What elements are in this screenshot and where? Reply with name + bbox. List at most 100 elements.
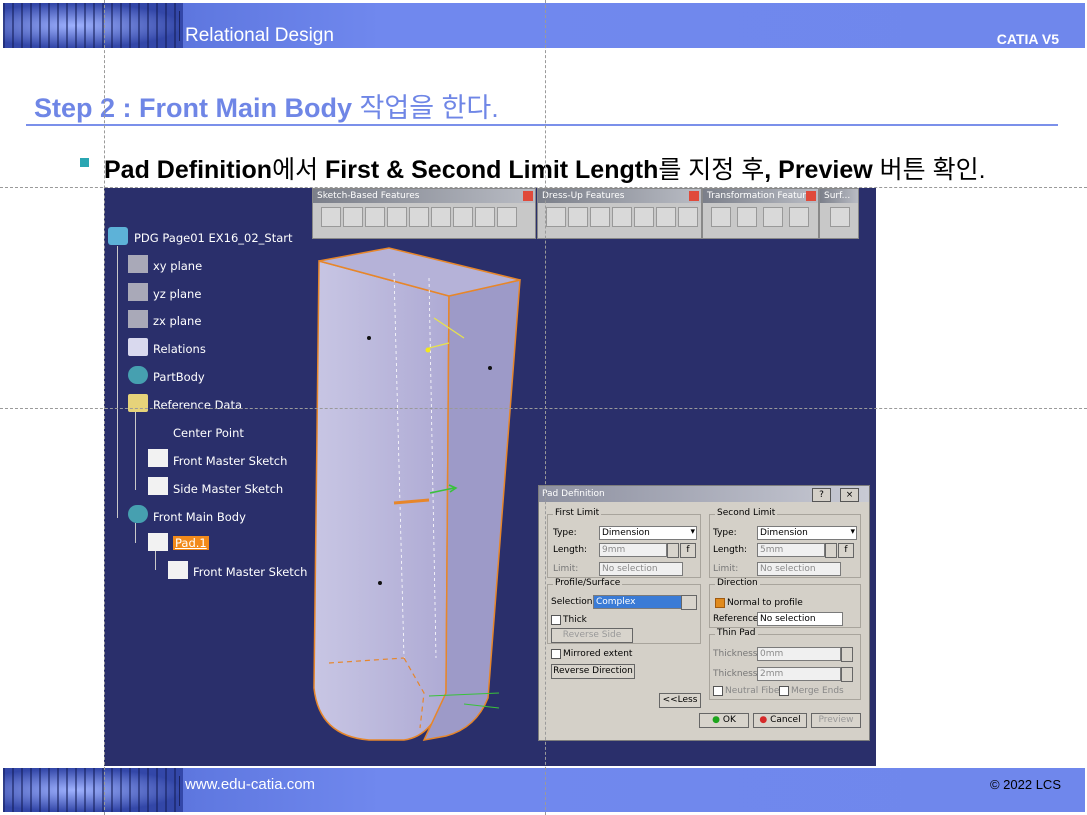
tree-item-partbody[interactable]: PartBody <box>153 370 205 384</box>
pad-tool-icon[interactable] <box>321 207 341 227</box>
stiffener-tool-icon[interactable] <box>475 207 495 227</box>
merge-ends-checkbox[interactable] <box>779 686 789 696</box>
thin-pad-label: Thin Pad <box>715 628 758 638</box>
part-icon <box>108 227 128 245</box>
draft-tool-icon[interactable] <box>590 207 610 227</box>
first-type-select[interactable]: Dimension <box>599 526 697 540</box>
sketch-edit-icon[interactable] <box>681 595 697 610</box>
first-limit-field-label: Limit: <box>553 564 579 574</box>
toolbar-dress-up[interactable]: Dress-Up Features <box>537 188 702 239</box>
thickness1-input[interactable]: 0mm <box>757 647 841 661</box>
footer-url[interactable]: www.edu-catia.com <box>185 776 315 793</box>
tree-item-relations[interactable]: Relations <box>153 342 206 356</box>
first-type-label: Type: <box>553 528 577 538</box>
thickness2-spinner[interactable] <box>841 667 853 682</box>
tree-trunk <box>117 246 118 518</box>
preview-button[interactable]: Preview <box>811 713 861 728</box>
thick-checkbox[interactable] <box>551 615 561 625</box>
title-rule <box>26 124 1058 126</box>
catia-viewport[interactable]: PDG Page01 EX16_02_Start xy plane yz pla… <box>104 188 876 766</box>
ok-button[interactable]: ● OK <box>699 713 749 728</box>
slot-tool-icon[interactable] <box>453 207 473 227</box>
tree-item-pad-sketch[interactable]: Front Master Sketch <box>193 565 307 579</box>
thread-tool-icon[interactable] <box>656 207 676 227</box>
close-button[interactable]: × <box>840 488 859 502</box>
first-limit-label: First Limit <box>553 508 602 518</box>
formula-icon[interactable]: f <box>680 543 696 558</box>
tree-item-reference-data[interactable]: Reference Data <box>153 398 242 412</box>
hole-tool-icon[interactable] <box>409 207 429 227</box>
reference-input[interactable]: No selection <box>757 612 843 626</box>
tree-branch-body <box>135 523 136 543</box>
groove-tool-icon[interactable] <box>387 207 407 227</box>
selection-input[interactable]: Complex <box>593 595 683 609</box>
header-decoration <box>3 3 183 48</box>
tree-item-xy-plane[interactable]: xy plane <box>153 259 202 273</box>
tree-branch-pad <box>155 548 156 570</box>
tree-item-center-point[interactable]: Center Point <box>173 426 244 440</box>
chamfer-tool-icon[interactable] <box>568 207 588 227</box>
footer-bar: www.edu-catia.com © 2022 LCS <box>3 768 1085 812</box>
neutral-fiber-label: Neutral Fiber <box>725 686 784 696</box>
tree-item-zx-plane[interactable]: zx plane <box>153 314 201 328</box>
toolbar-transformation[interactable]: Transformation Features <box>702 188 819 239</box>
formula-icon[interactable]: f <box>838 543 854 558</box>
thickness-tool-icon[interactable] <box>634 207 654 227</box>
tree-item-front-master-sketch[interactable]: Front Master Sketch <box>173 454 287 468</box>
first-length-spinner[interactable] <box>667 543 679 558</box>
header-bar: Relational Design CATIA V5 <box>3 3 1085 48</box>
second-limit-input[interactable]: No selection <box>757 562 841 576</box>
instruction-p1: Pad Definition <box>104 156 273 184</box>
toolbar-title: Sketch-Based Features <box>313 189 535 203</box>
reverse-side-button[interactable]: Reverse Side <box>551 628 633 643</box>
remove-face-tool-icon[interactable] <box>678 207 698 227</box>
second-length-input[interactable]: 5mm <box>757 543 825 557</box>
tree-branch-refdata <box>135 410 136 490</box>
loft-tool-icon[interactable] <box>497 207 517 227</box>
tree-root[interactable]: PDG Page01 EX16_02_Start <box>134 231 293 245</box>
second-length-spinner[interactable] <box>825 543 837 558</box>
tree-item-front-main-body[interactable]: Front Main Body <box>153 510 246 524</box>
first-limit-input[interactable]: No selection <box>599 562 683 576</box>
close-icon[interactable] <box>523 191 533 201</box>
first-length-input[interactable]: 9mm <box>599 543 667 557</box>
header-title: Relational Design <box>185 25 334 46</box>
help-button[interactable]: ? <box>812 488 831 502</box>
tree-item-side-master-sketch[interactable]: Side Master Sketch <box>173 482 283 496</box>
pattern-tool-icon[interactable] <box>763 207 783 227</box>
mirrored-checkbox[interactable] <box>551 649 561 659</box>
close-icon[interactable] <box>806 191 816 201</box>
pad-definition-dialog[interactable]: Pad Definition ? × First Limit Type: Dim… <box>538 485 870 741</box>
body-icon <box>128 505 148 523</box>
toolbar-sketch-based[interactable]: Sketch-Based Features <box>312 188 536 239</box>
thick-surface-tool-icon[interactable] <box>830 207 850 227</box>
shell-tool-icon[interactable] <box>612 207 632 227</box>
cancel-label: Cancel <box>770 715 801 725</box>
tree-item-yz-plane[interactable]: yz plane <box>153 287 201 301</box>
thickness2-input[interactable]: 2mm <box>757 667 841 681</box>
shaft-tool-icon[interactable] <box>365 207 385 227</box>
rib-tool-icon[interactable] <box>431 207 451 227</box>
reverse-direction-button[interactable]: Reverse Direction <box>551 664 635 679</box>
sketch-icon <box>168 561 188 579</box>
less-button[interactable]: <<Less <box>659 693 701 708</box>
reference-label: Reference: <box>713 614 762 624</box>
plane-icon <box>128 283 148 301</box>
profile-label: Profile/Surface <box>553 578 623 588</box>
cancel-button[interactable]: ● Cancel <box>753 713 807 728</box>
first-length-label: Length: <box>553 545 588 555</box>
instruction-p4: 를 지정 후 <box>658 156 765 184</box>
translate-tool-icon[interactable] <box>711 207 731 227</box>
pocket-tool-icon[interactable] <box>343 207 363 227</box>
close-icon[interactable] <box>689 191 699 201</box>
tree-item-pad1[interactable]: Pad.1 <box>173 536 209 550</box>
fillet-tool-icon[interactable] <box>546 207 566 227</box>
instruction-p2: 에서 <box>272 156 326 184</box>
neutral-fiber-checkbox[interactable] <box>713 686 723 696</box>
thickness1-spinner[interactable] <box>841 647 853 662</box>
scale-tool-icon[interactable] <box>789 207 809 227</box>
normal-to-profile-checkbox[interactable] <box>715 598 725 608</box>
toolbar-surface[interactable]: Surf... <box>819 188 859 239</box>
mirror-tool-icon[interactable] <box>737 207 757 227</box>
second-type-select[interactable]: Dimension <box>757 526 857 540</box>
